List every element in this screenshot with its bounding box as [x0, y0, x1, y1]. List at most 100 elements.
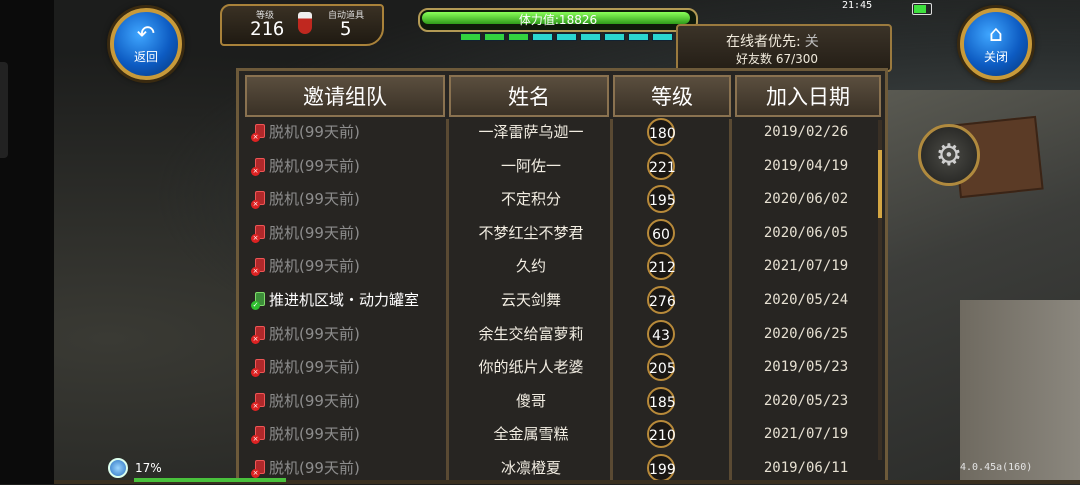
phone-offline-icon: ×: [251, 157, 267, 176]
battery-icon: [912, 3, 932, 15]
friend-name: 不梦红尘不梦君: [478, 223, 584, 242]
close-button[interactable]: ⌂ 关闭: [960, 8, 1032, 80]
online-priority-row: 在线者优先: 关: [726, 31, 819, 51]
stamina-bar: 体力值:18826: [418, 8, 698, 32]
level-cell: 276: [647, 283, 679, 317]
table-row[interactable]: × 脱机(99天前) 一阿佐一 221 2019/04/19: [247, 149, 883, 183]
level-cell: 205: [647, 350, 679, 384]
join-date: 2020/06/05: [763, 224, 849, 241]
home-icon: ⌂: [989, 21, 1003, 47]
status-text: 脱机(99天前): [269, 123, 360, 141]
level-badge: 276: [647, 286, 676, 314]
close-label: 关闭: [983, 49, 1008, 64]
table-row[interactable]: × 脱机(99天前) 久约 212 2021/07/19: [247, 249, 883, 283]
header-date[interactable]: 加入日期: [735, 75, 881, 117]
friend-name: 余生交给富萝莉: [478, 324, 584, 343]
status-text: 脱机(99天前): [269, 223, 360, 242]
invite-cell[interactable]: × 脱机(99天前): [251, 115, 443, 149]
load-percent: 17%: [135, 461, 162, 475]
invite-cell[interactable]: × 脱机(99天前): [251, 350, 443, 384]
energy-segments: [460, 33, 697, 41]
energy-segment: [460, 33, 481, 41]
online-priority-toggle[interactable]: 在线者优先: 关 好友数 67/300: [676, 24, 892, 72]
level-cell: 43: [647, 317, 679, 351]
join-date: 2020/05/23: [763, 392, 849, 409]
status-text: 脱机(99天前): [269, 156, 360, 175]
friend-name: 一泽雷萨乌迦一: [478, 123, 584, 141]
status-text: 脱机(99天前): [269, 257, 360, 276]
friend-list-panel: 邀请组队 姓名 等级 加入日期 × 脱机(99天前) 一泽雷萨乌迦一 180 2019/…: [236, 68, 888, 484]
settings-button[interactable]: ⚙: [918, 124, 980, 186]
table-row[interactable]: × 脱机(99天前) 全金属雪糕 210 2021/07/19: [247, 417, 883, 451]
join-date: 2021/07/19: [763, 426, 849, 443]
energy-segment: [652, 33, 673, 41]
level-badge: 205: [647, 353, 676, 382]
back-label: 返回: [133, 49, 158, 64]
level-badge: 180: [647, 118, 676, 146]
level-badge: 221: [647, 151, 676, 180]
back-button[interactable]: ↶ 返回: [110, 8, 182, 80]
level-badge: 199: [647, 454, 676, 482]
table-row[interactable]: × 脱机(99天前) 傻哥 185 2020/05/23: [247, 384, 883, 418]
table-row[interactable]: ✓ 推进机区域・动力罐室 云天剑舞 276 2020/05/24: [247, 283, 883, 317]
level-badge: 195: [647, 185, 676, 214]
invite-cell[interactable]: × 脱机(99天前): [251, 417, 443, 451]
status-text: 脱机(99天前): [269, 324, 360, 343]
table-row[interactable]: × 脱机(99天前) 你的纸片人老婆 205 2019/05/23: [247, 350, 883, 384]
load-progress-bar: [134, 478, 286, 482]
friends-count: 好友数 67/300: [736, 52, 819, 66]
phone-offline-icon: ×: [251, 392, 267, 411]
level-cell: 180: [647, 115, 679, 149]
energy-segment: [508, 33, 529, 41]
energy-segment: [556, 33, 577, 41]
header-name[interactable]: 姓名: [449, 75, 609, 117]
table-row[interactable]: × 脱机(99天前) 余生交给富萝莉 43 2020/06/25: [247, 317, 883, 351]
energy-segment: [484, 33, 505, 41]
table-row[interactable]: × 脱机(99天前) 一泽雷萨乌迦一 180 2019/02/26: [247, 115, 883, 149]
join-date: 2021/07/19: [763, 258, 849, 275]
potion-icon: [298, 12, 312, 34]
level-badge: 210: [647, 420, 676, 449]
back-arrow-icon: ↶: [136, 21, 156, 47]
friend-name: 云天剑舞: [500, 291, 561, 309]
gear-icon: ⚙: [935, 137, 963, 173]
level-badge: 60: [647, 218, 675, 247]
invite-cell[interactable]: × 脱机(99天前): [251, 249, 443, 283]
friend-name: 你的纸片人老婆: [478, 358, 584, 377]
phone-offline-icon: ×: [251, 191, 267, 210]
energy-segment: [532, 33, 553, 41]
background-wall: [960, 300, 1080, 484]
auto-item-value: 5: [340, 18, 352, 40]
invite-cell[interactable]: × 脱机(99天前): [251, 317, 443, 351]
phone-offline-icon: ×: [251, 359, 267, 378]
phone-offline-icon: ×: [251, 325, 267, 344]
status-text: 脱机(99天前): [269, 358, 360, 377]
status-text: 脱机(99天前): [269, 459, 360, 477]
table-row[interactable]: × 脱机(99天前) 不定积分 195 2020/06/02: [247, 182, 883, 216]
header-invite[interactable]: 邀请组队: [245, 75, 445, 117]
invite-cell[interactable]: × 脱机(99天前): [251, 149, 443, 183]
level-badge: 212: [647, 252, 676, 281]
level-cell: 185: [647, 384, 679, 418]
phone-offline-icon: ×: [251, 224, 267, 243]
level-cell: 60: [647, 216, 679, 250]
join-date: 2020/06/25: [763, 325, 849, 342]
friend-name: 全金属雪糕: [493, 425, 569, 444]
invite-cell[interactable]: × 脱机(99天前): [251, 216, 443, 250]
energy-segment: [580, 33, 601, 41]
phone-offline-icon: ×: [251, 460, 267, 478]
level-badge: 43: [647, 319, 675, 348]
friend-name: 久约: [515, 257, 546, 276]
scrollbar-thumb[interactable]: [878, 150, 882, 218]
table-header: 邀请组队 姓名 等级 加入日期: [245, 75, 881, 117]
level-cell: 212: [647, 249, 679, 283]
status-text: 推进机区域・动力罐室: [269, 291, 420, 309]
table-row[interactable]: × 脱机(99天前) 不梦红尘不梦君 60 2020/06/05: [247, 216, 883, 250]
level-cell: 195: [647, 182, 679, 216]
invite-cell[interactable]: × 脱机(99天前): [251, 182, 443, 216]
invite-cell[interactable]: × 脱机(99天前): [251, 384, 443, 418]
player-stats-panel: 等级 216 自动道具 5: [220, 4, 384, 46]
header-level[interactable]: 等级: [613, 75, 731, 117]
screen-edge: [0, 0, 54, 484]
invite-cell[interactable]: ✓ 推进机区域・动力罐室: [251, 283, 443, 317]
